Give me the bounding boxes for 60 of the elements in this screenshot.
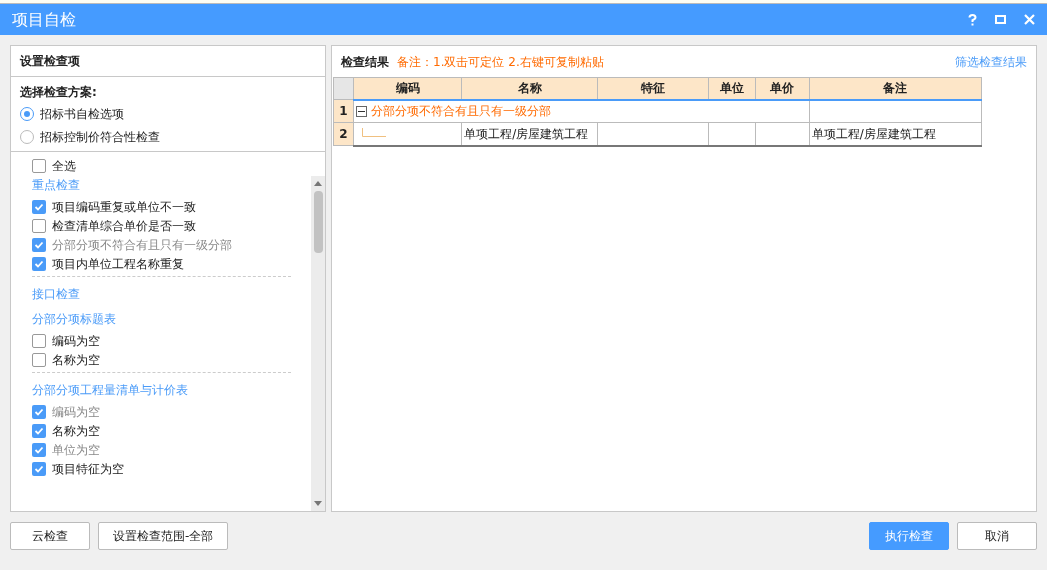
section-title: 分部分项标题表 [32, 311, 117, 328]
scrollbar[interactable] [311, 176, 325, 511]
row-number: 2 [333, 122, 354, 146]
check-option-label: 项目内单位工程名称重复 [52, 255, 184, 273]
checkbox[interactable] [32, 256, 46, 271]
checkbox[interactable] [32, 199, 46, 214]
section-title: 重点检查 [32, 177, 81, 194]
check-option-label: 编码为空 [52, 403, 100, 421]
scroll-down-icon[interactable] [314, 501, 322, 506]
results-heading: 检查结果 [341, 53, 389, 71]
checkmark-icon [34, 425, 44, 436]
checkmark-icon [34, 239, 44, 250]
section-title: 分部分项工程量清单与计价表 [32, 382, 189, 399]
results-note: 备注：1.双击可定位 2.右键可复制粘贴 [397, 53, 605, 71]
window-title: 项目自检 [12, 8, 77, 31]
checkbox[interactable] [32, 333, 46, 348]
column-header: 备注 [809, 77, 982, 100]
help-icon[interactable] [968, 13, 977, 26]
table-cell: 单项工程/房屋建筑工程 [464, 126, 589, 141]
section-title: 接口检查 [32, 286, 81, 303]
column-header: 名称 [461, 77, 598, 100]
checkmark-icon [34, 406, 44, 417]
radio-option[interactable]: 招标控制价符合性检查 [20, 127, 316, 147]
scroll-up-icon[interactable] [314, 181, 322, 186]
cancel-button[interactable]: 取消 [957, 522, 1037, 550]
checkbox[interactable] [32, 218, 46, 233]
footer-button[interactable]: 设置检查范围-全部 [98, 522, 229, 550]
close-icon[interactable] [1024, 14, 1035, 25]
maximize-icon[interactable] [995, 15, 1006, 24]
checkbox[interactable] [32, 159, 46, 173]
checkmark-icon [34, 201, 44, 212]
tree-line [362, 127, 386, 140]
column-header: 特征 [597, 77, 709, 100]
column-header: 编码 [353, 77, 462, 100]
table-cell: 分部分项不符合有且只有一级分部 [353, 99, 810, 123]
checkbox[interactable] [32, 461, 46, 476]
check-option-label: 名称为空 [52, 422, 100, 440]
checkbox[interactable] [32, 352, 46, 367]
check-option-label: 项目编码重复或单位不一致 [52, 198, 196, 216]
checkbox[interactable] [32, 423, 46, 438]
check-option-label: 检查清单综合单价是否一致 [52, 217, 196, 235]
check-option-label: 单位为空 [52, 441, 100, 459]
scroll-thumb[interactable] [313, 191, 323, 253]
radio-option[interactable]: 招标书自检选项 [20, 104, 316, 124]
column-header: 单价 [755, 77, 810, 100]
checkmark-icon [34, 258, 44, 269]
panel-heading: 设置检查项 [20, 53, 80, 70]
check-option-label: 编码为空 [52, 332, 100, 350]
footer-button[interactable]: 云检查 [10, 522, 90, 550]
check-option-label: 名称为空 [52, 351, 100, 369]
check-option-label: 项目特征为空 [52, 460, 124, 478]
row-number: 1 [333, 99, 354, 123]
select-all-label: 全选 [52, 158, 76, 175]
collapse-toggle[interactable] [356, 105, 367, 117]
scheme-label: 选择检查方案: [20, 84, 98, 101]
check-option-label: 分部分项不符合有且只有一级分部 [52, 236, 232, 254]
checkmark-icon [34, 444, 44, 455]
checkmark-icon [34, 463, 44, 474]
column-header: 单位 [708, 77, 756, 100]
table-cell: 单项工程/房屋建筑工程 [811, 126, 936, 141]
